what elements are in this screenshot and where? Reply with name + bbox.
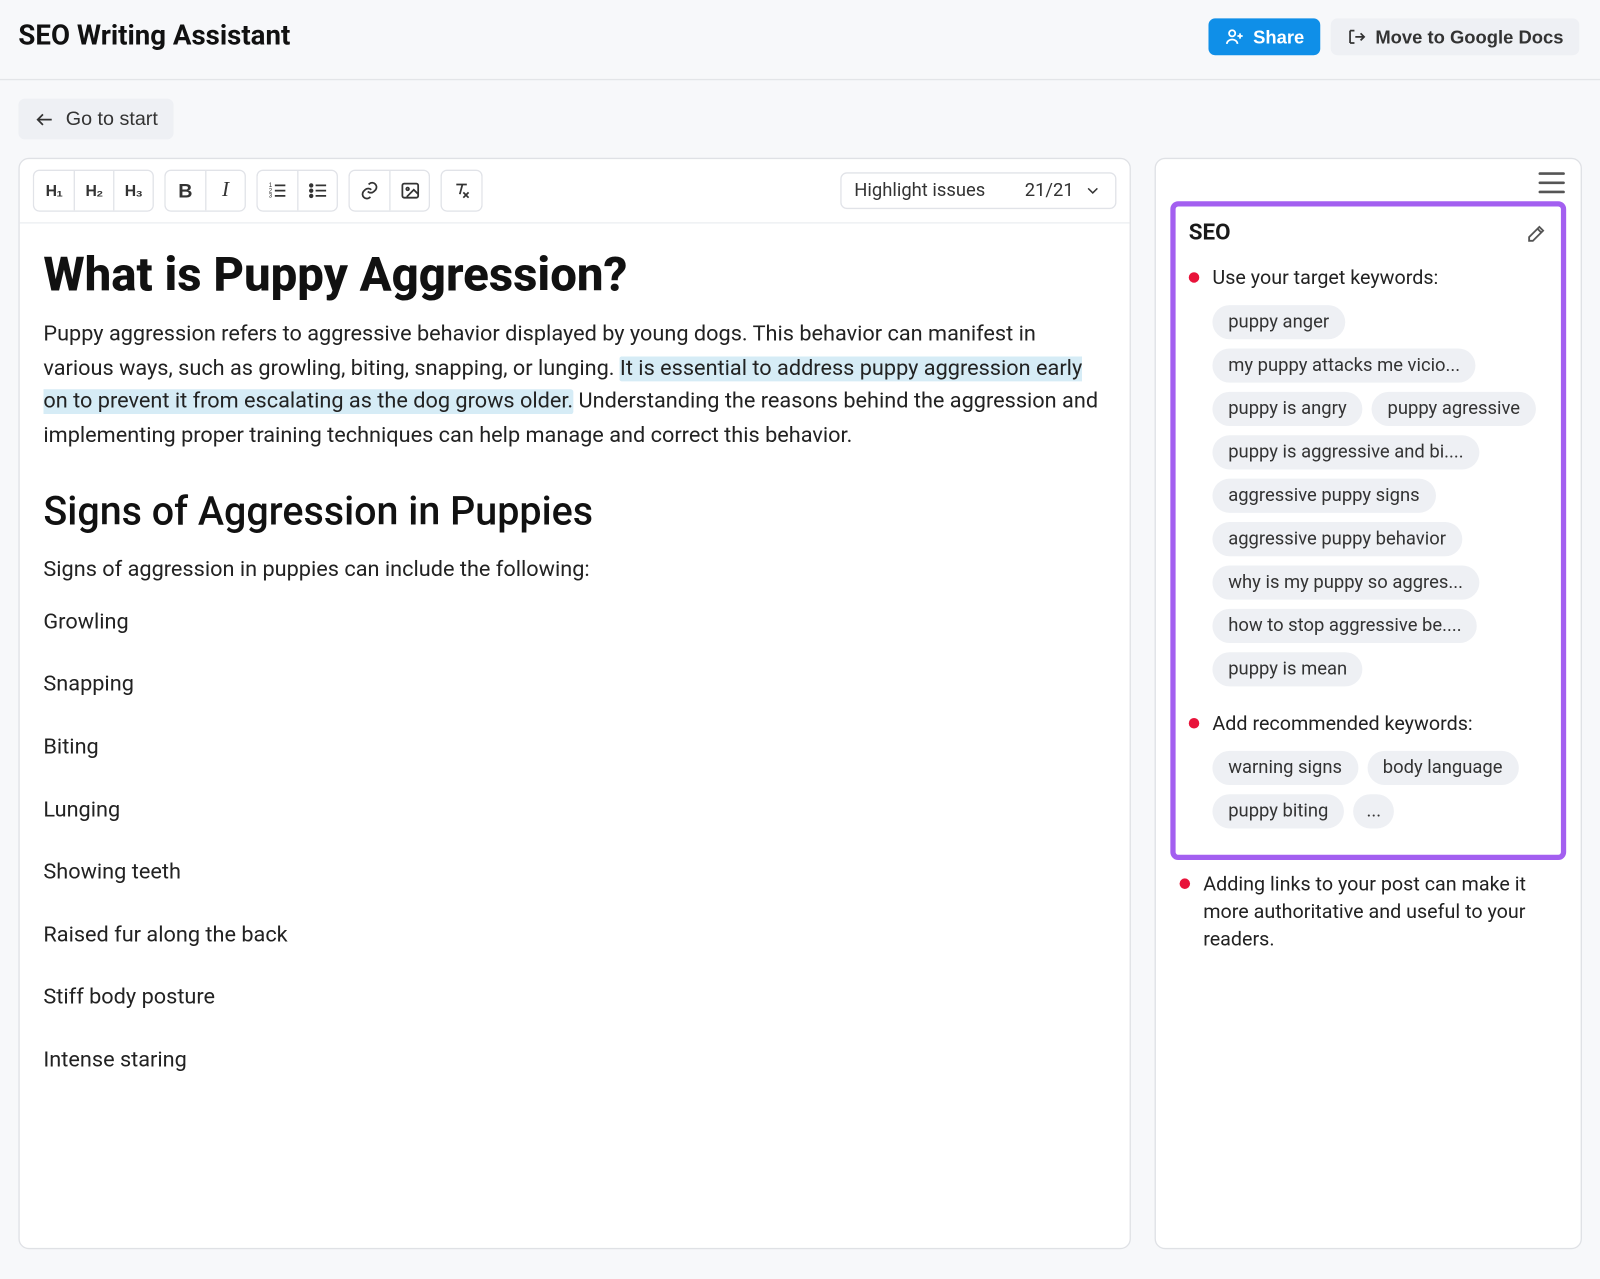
- export-icon: [1346, 26, 1367, 47]
- highlight-label: Highlight issues: [854, 180, 985, 201]
- keyword-chip[interactable]: puppy is angry: [1212, 392, 1362, 426]
- menu-icon[interactable]: [1539, 172, 1565, 193]
- pencil-icon[interactable]: [1525, 222, 1547, 244]
- link-icon: [359, 180, 380, 201]
- list-item: Intense staring: [43, 1044, 1106, 1078]
- seo-title: SEO: [1189, 220, 1231, 246]
- bullet-list-icon: [307, 180, 328, 201]
- top-actions: Share Move to Google Docs: [1208, 18, 1579, 55]
- italic-button[interactable]: I: [205, 171, 244, 210]
- h3-button[interactable]: H₃: [113, 171, 152, 210]
- keyword-chip[interactable]: puppy is mean: [1212, 652, 1363, 686]
- chevron-down-icon: [1084, 182, 1102, 200]
- keyword-chip[interactable]: warning signs: [1212, 751, 1357, 785]
- list-item: Showing teeth: [43, 856, 1106, 890]
- clear-group: [441, 170, 483, 212]
- back-label: Go to start: [66, 108, 158, 130]
- h2-button[interactable]: H₂: [74, 171, 113, 210]
- list-item: Snapping: [43, 669, 1106, 703]
- editor-content[interactable]: What is Puppy Aggression? Puppy aggressi…: [20, 224, 1130, 1248]
- insert-group: [348, 170, 430, 212]
- go-to-start-button[interactable]: Go to start: [18, 99, 173, 140]
- highlight-count: 21/21: [1025, 180, 1074, 201]
- article-paragraph: Signs of aggression in puppies can inclu…: [43, 554, 1106, 588]
- recommendation-links: Adding links to your post can make it mo…: [1156, 871, 1581, 967]
- recommendation-title: Use your target keywords:: [1212, 264, 1438, 292]
- recommendation-title: Adding links to your post can make it mo…: [1203, 871, 1557, 954]
- recommendation-target-keywords: Use your target keywords: puppy anger my…: [1189, 264, 1548, 686]
- format-group: B I: [164, 170, 246, 212]
- move-label: Move to Google Docs: [1375, 26, 1563, 47]
- keyword-chips: warning signs body language puppy biting…: [1189, 751, 1548, 829]
- status-dot-icon: [1189, 272, 1200, 283]
- svg-text:3: 3: [269, 193, 273, 200]
- list-item: Biting: [43, 731, 1106, 765]
- keyword-chips: puppy anger my puppy attacks me vicio...…: [1189, 305, 1548, 686]
- ordered-list-button[interactable]: 123: [258, 171, 297, 210]
- link-button[interactable]: [350, 171, 389, 210]
- more-chip[interactable]: ...: [1353, 794, 1394, 828]
- keyword-chip[interactable]: body language: [1367, 751, 1518, 785]
- top-bar: SEO Writing Assistant Share Move to Goog…: [0, 0, 1600, 79]
- h1-button[interactable]: H₁: [34, 171, 73, 210]
- keyword-chip[interactable]: how to stop aggressive be....: [1212, 609, 1477, 643]
- sub-header: Go to start: [0, 80, 1600, 158]
- list-group: 123: [256, 170, 338, 212]
- article-h2: Signs of Aggression in Puppies: [43, 490, 1106, 536]
- clear-format-button[interactable]: [442, 171, 481, 210]
- list-item: Lunging: [43, 794, 1106, 828]
- recommendation-recommended-keywords: Add recommended keywords: warning signs …: [1189, 710, 1548, 828]
- list-item: Raised fur along the back: [43, 919, 1106, 953]
- clear-format-icon: [451, 180, 472, 201]
- arrow-left-icon: [34, 108, 55, 129]
- keyword-chip[interactable]: why is my puppy so aggres...: [1212, 565, 1478, 599]
- list-item: Stiff body posture: [43, 981, 1106, 1015]
- status-dot-icon: [1180, 878, 1191, 889]
- keyword-chip[interactable]: puppy agressive: [1372, 392, 1536, 426]
- image-button[interactable]: [389, 171, 428, 210]
- editor-panel: H₁ H₂ H₃ B I 123: [18, 158, 1130, 1249]
- user-plus-icon: [1224, 26, 1245, 47]
- keyword-chip[interactable]: puppy biting: [1212, 794, 1344, 828]
- bold-button[interactable]: B: [166, 171, 205, 210]
- heading-group: H₁ H₂ H₃: [33, 170, 154, 212]
- keyword-chip[interactable]: my puppy attacks me vicio...: [1212, 348, 1475, 382]
- app-title: SEO Writing Assistant: [18, 21, 290, 53]
- list-item: Growling: [43, 606, 1106, 640]
- side-panel: SEO Use your target keywords: puppy ange…: [1155, 158, 1582, 1249]
- article-paragraph: Puppy aggression refers to aggressive be…: [43, 318, 1106, 452]
- keyword-chip[interactable]: aggressive puppy behavior: [1212, 522, 1461, 556]
- ordered-list-icon: 123: [267, 180, 288, 201]
- recommendation-title: Add recommended keywords:: [1212, 710, 1472, 738]
- seo-section: SEO Use your target keywords: puppy ange…: [1170, 201, 1566, 860]
- move-to-docs-button[interactable]: Move to Google Docs: [1331, 18, 1580, 55]
- status-dot-icon: [1189, 718, 1200, 729]
- article-h1: What is Puppy Aggression?: [43, 247, 1106, 302]
- highlight-issues-select[interactable]: Highlight issues 21/21: [840, 172, 1117, 209]
- share-button[interactable]: Share: [1208, 18, 1320, 55]
- unordered-list-button[interactable]: [297, 171, 336, 210]
- keyword-chip[interactable]: puppy is aggressive and bi....: [1212, 435, 1479, 469]
- keyword-chip[interactable]: aggressive puppy signs: [1212, 479, 1435, 513]
- image-icon: [399, 180, 420, 201]
- editor-toolbar: H₁ H₂ H₃ B I 123: [20, 159, 1130, 223]
- keyword-chip[interactable]: puppy anger: [1212, 305, 1344, 339]
- share-label: Share: [1253, 26, 1304, 47]
